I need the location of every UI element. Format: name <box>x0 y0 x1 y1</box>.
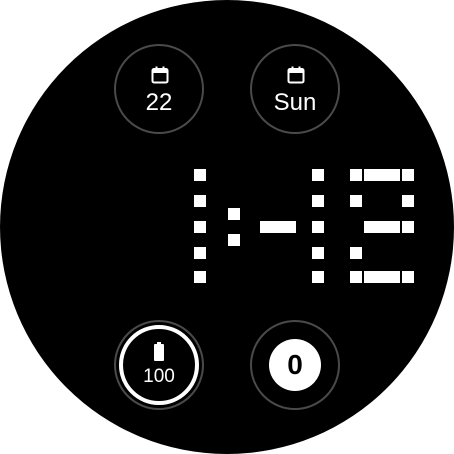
time-pixel <box>312 221 324 233</box>
battery-value: 100 <box>143 366 175 387</box>
time-pixel <box>194 195 206 207</box>
time-pixel <box>402 271 414 283</box>
date-value: 22 <box>145 89 173 116</box>
time-pixel <box>350 247 362 259</box>
counter-badge: 0 <box>269 339 321 391</box>
watch-face: 22 Sun 1442 <box>0 0 454 454</box>
time-pixel <box>364 169 376 181</box>
time-pixel <box>388 169 400 181</box>
time-pixel <box>194 169 206 181</box>
time-pixel <box>402 221 414 233</box>
time-value: 1442 <box>190 165 191 166</box>
battery-level-ring <box>119 325 199 405</box>
time-pixel <box>350 195 362 207</box>
time-pixel <box>312 271 324 283</box>
digital-time: 1442 <box>190 165 422 287</box>
calendar-icon <box>151 66 169 84</box>
time-pixel <box>260 221 272 233</box>
time-pixel <box>388 221 400 233</box>
time-pixel <box>402 169 414 181</box>
time-pixel <box>350 169 362 181</box>
day-of-week-complication[interactable]: Sun <box>250 44 340 134</box>
time-pixel <box>376 169 388 181</box>
battery-complication[interactable]: 100 <box>114 320 204 410</box>
time-pixel <box>194 247 206 259</box>
time-pixel <box>272 221 284 233</box>
time-pixel <box>312 169 324 181</box>
time-pixel <box>388 271 400 283</box>
time-pixel <box>194 271 206 283</box>
date-complication[interactable]: 22 <box>114 44 204 134</box>
counter-complication[interactable]: 0 <box>250 320 340 410</box>
time-pixel <box>364 221 376 233</box>
time-pixel <box>228 234 240 246</box>
time-pixel <box>312 195 324 207</box>
battery-icon <box>154 342 164 361</box>
time-pixel <box>312 247 324 259</box>
time-pixel <box>284 221 296 233</box>
time-pixel <box>364 271 376 283</box>
calendar-icon <box>287 66 305 84</box>
time-pixel <box>350 271 362 283</box>
time-pixel <box>376 271 388 283</box>
time-pixel <box>228 208 240 220</box>
time-pixel <box>194 221 206 233</box>
watch-screen: 22 Sun 1442 <box>0 0 454 454</box>
time-pixel <box>402 195 414 207</box>
time-pixel <box>376 221 388 233</box>
day-of-week-value: Sun <box>273 89 317 116</box>
counter-value: 0 <box>287 349 303 380</box>
